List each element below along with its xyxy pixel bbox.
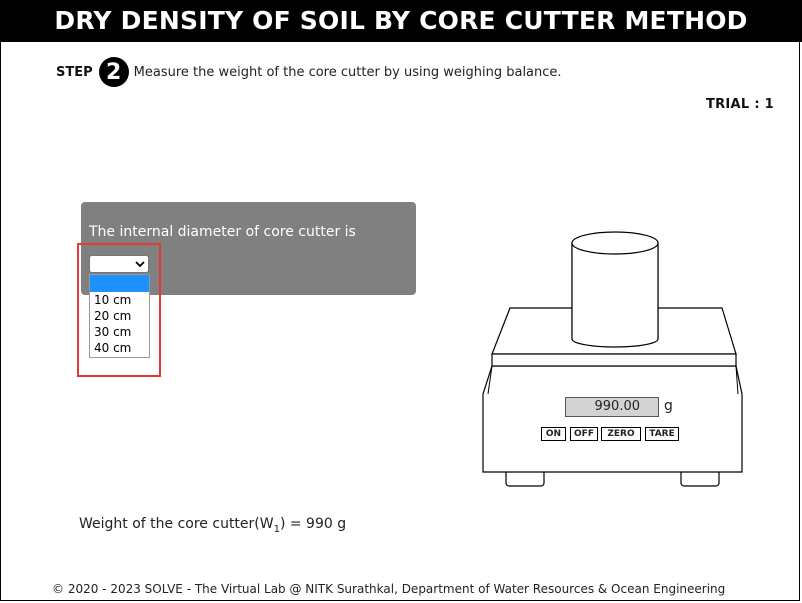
weight-result-suffix: ) = 990 g <box>279 516 347 532</box>
footer-copyright: © 2020 - 2023 SOLVE - The Virtual Lab @ … <box>52 582 726 596</box>
step-instruction: Measure the weight of the core cutter by… <box>133 64 562 80</box>
balance-zero-button[interactable]: ZERO <box>601 427 641 441</box>
weight-result: Weight of the core cutter(W1) = 990 g <box>79 516 346 535</box>
balance-on-button[interactable]: ON <box>541 427 566 441</box>
balance-unit: g <box>664 398 673 414</box>
balance-body <box>482 365 743 473</box>
dropdown-highlight-box <box>77 243 161 377</box>
step-label: STEP <box>56 64 93 80</box>
balance-display: 990.00 <box>565 397 659 417</box>
weighing-balance-illustration <box>482 231 743 487</box>
page-title: DRY DENSITY OF SOIL BY CORE CUTTER METHO… <box>0 0 802 42</box>
balance-tare-button[interactable]: TARE <box>645 427 679 441</box>
trial-indicator: TRIAL : 1 <box>705 97 774 112</box>
weight-result-prefix: Weight of the core cutter(W <box>79 516 274 532</box>
question-text: The internal diameter of core cutter is <box>89 224 356 240</box>
balance-platform-edge <box>491 353 737 367</box>
core-cutter-top <box>571 231 659 255</box>
step-number-badge: 2 <box>98 57 129 87</box>
balance-off-button[interactable]: OFF <box>570 427 598 441</box>
step-row: STEP 2 Measure the weight of the core cu… <box>56 57 562 87</box>
